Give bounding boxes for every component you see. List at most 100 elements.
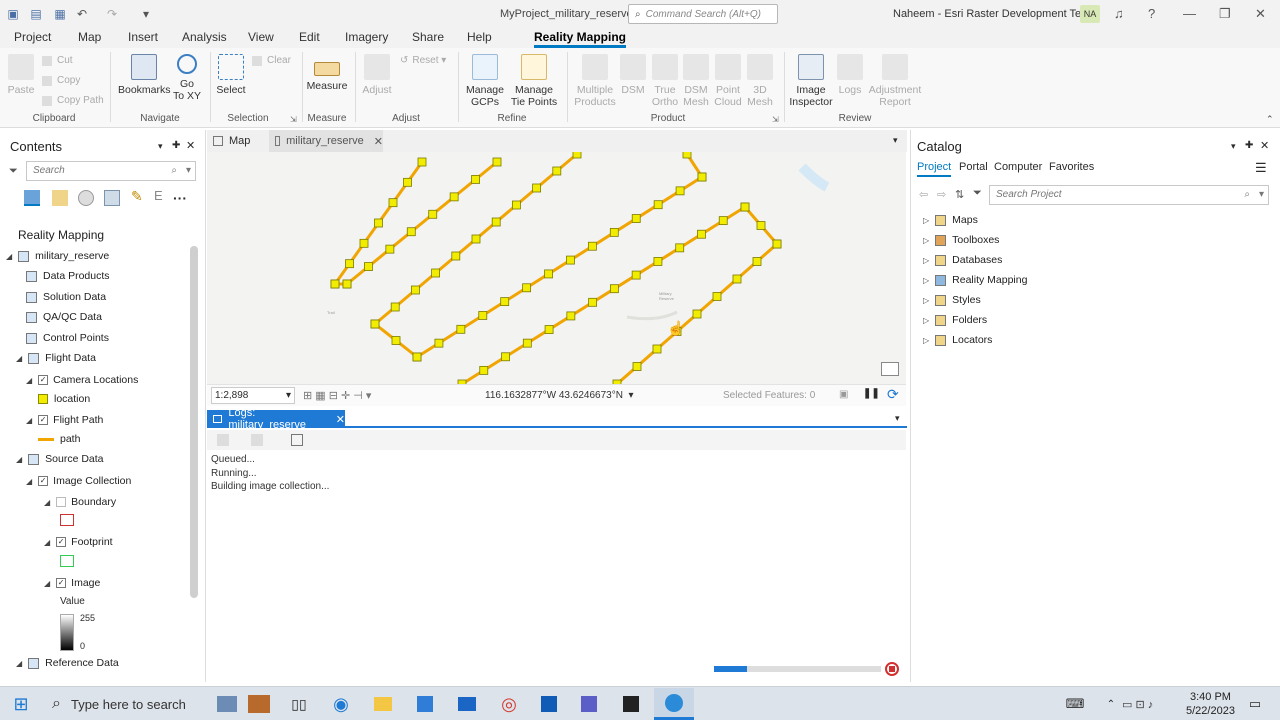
tree-item-camera-locations[interactable]: ◢ ✓ Camera Locations [26,374,138,386]
tab-insert[interactable]: Insert [128,30,158,44]
tab-help[interactable]: Help [467,30,492,44]
camera-location-point[interactable] [501,352,510,362]
camera-location-point[interactable] [471,175,480,184]
camera-location-point[interactable] [544,269,553,279]
catalog-tab-favorites[interactable]: Favorites [1049,161,1094,173]
camera-location-point[interactable] [522,283,532,293]
pin-icon[interactable]: ✚ [1245,140,1253,151]
tree-item-data-products[interactable]: Data Products [26,270,110,282]
camera-location-point[interactable] [342,279,352,289]
contents-search-input[interactable]: Search ⌕ ▾ [26,161,196,181]
camera-location-point[interactable] [632,362,642,371]
system-tray-icons[interactable]: ▭ ⊡ ♪ [1122,698,1153,711]
tab-military-reserve[interactable]: military_reserve ✕ [269,130,383,152]
scrollbar[interactable] [190,246,198,598]
chrome-browser-icon[interactable]: ◎ [496,692,522,716]
camera-location-point[interactable] [417,157,427,167]
store-icon[interactable] [412,692,438,716]
command-search-input[interactable]: ⌕ Command Search (Alt+Q) [628,4,778,24]
camera-location-point[interactable] [712,292,722,301]
camera-location-point[interactable] [675,186,685,196]
tree-item-qaqc-data[interactable]: QA/QC Data [26,311,102,323]
tree-item-solution-data[interactable]: Solution Data [26,291,106,303]
pane-menu-icon[interactable]: ▾ [1231,141,1236,152]
refresh-icon[interactable]: ⟳ [887,386,899,403]
clock[interactable]: 3:40 PM 5/22/2023 [1186,690,1235,718]
camera-location-point[interactable] [653,200,663,210]
catalog-tab-portal[interactable]: Portal [959,161,988,173]
camera-location-point[interactable] [492,157,502,167]
dsm-button[interactable]: DSM [618,54,648,96]
camera-location-point[interactable] [428,209,438,219]
refresh-layout-icon[interactable]: ▣ [839,389,848,400]
customize-qat-icon[interactable]: ▾ [138,6,154,22]
map-view[interactable]: Military Reserve Trail ☝ [207,152,906,384]
catalog-tab-computer[interactable]: Computer [994,161,1042,173]
camera-location-point[interactable] [544,325,554,334]
forward-icon[interactable]: ⇨ [937,188,946,201]
true-ortho-button[interactable]: True Ortho [650,54,680,108]
camera-location-point[interactable] [330,279,340,289]
widget-app-icon[interactable] [214,692,240,716]
camera-location-point[interactable] [732,274,742,284]
checkbox[interactable]: ✓ [56,578,67,588]
camera-location-point[interactable] [631,214,641,223]
catalog-item-maps[interactable]: ▷ Maps [923,214,978,226]
camera-location-point[interactable] [370,319,380,329]
point-cloud-button[interactable]: Point Cloud [712,54,744,108]
catalog-item-folders[interactable]: ▷ Folders [923,314,987,326]
back-icon[interactable]: ⇦ [919,188,928,201]
camera-location-point[interactable] [479,365,489,375]
tab-share[interactable]: Share [412,30,444,44]
image-inspector-button[interactable]: Image Inspector [788,54,834,108]
camera-location-point[interactable] [756,221,766,230]
outlook-icon[interactable] [536,692,562,716]
catalog-item-reality-mapping[interactable]: ▷ Reality Mapping [923,274,1027,286]
tab-menu-icon[interactable]: ▾ [893,135,898,146]
camera-location-point[interactable] [697,172,707,182]
catalog-item-databases[interactable]: ▷ Databases [923,254,1002,266]
save-log-icon[interactable] [291,434,303,446]
map-tools-icons[interactable]: ⊞ ▦ ⊟ ✛ ⊣ ▾ [303,389,371,402]
camera-location-point[interactable] [772,239,782,249]
save-icon[interactable]: ▦ [52,6,68,22]
notification-center-icon[interactable]: ▭ [1242,692,1268,716]
logs-button[interactable]: Logs [836,54,864,96]
tree-item-flight-path[interactable]: ◢ ✓ Flight Path [26,414,103,426]
camera-location-point[interactable] [609,227,619,237]
filter-icon[interactable]: ⏷ [9,165,18,178]
catalog-item-locators[interactable]: ▷ Locators [923,334,992,346]
camera-location-point[interactable] [511,200,521,210]
camera-location-point[interactable] [451,251,461,261]
multiple-products-button[interactable]: Multiple Products [572,54,618,108]
camera-location-point[interactable] [345,259,354,269]
redo-icon[interactable]: ↷ [104,6,120,22]
paste-button[interactable]: Paste [6,54,36,96]
tree-item-root[interactable]: ◢ military_reserve [6,250,109,262]
manage-gcps-button[interactable]: Manage GCPs [462,54,508,108]
tree-item-control-points[interactable]: Control Points [26,332,109,344]
minimize-icon[interactable]: — [1183,6,1196,21]
tab-logs[interactable]: Logs: military_reserve ✕ [207,407,345,431]
edge-browser-icon[interactable]: ◉ [328,692,354,716]
tab-menu-icon[interactable]: ▾ [895,413,900,424]
camera-location-point[interactable] [478,311,488,320]
camera-location-point[interactable] [500,297,510,307]
3d-mesh-button[interactable]: 3D Mesh [745,54,775,108]
catalog-item-styles[interactable]: ▷ Styles [923,294,981,306]
help-icon[interactable]: ? [1148,6,1155,21]
collapse-ribbon-icon[interactable]: ⌃ [1266,114,1274,125]
user-name[interactable]: Naheem - Esri Raster Development Team [893,8,1096,20]
reset-button[interactable]: ↺ Reset ▾ [400,55,446,66]
camera-location-point[interactable] [718,216,728,226]
dialog-launcher-icon[interactable]: ⇲ [772,115,779,124]
camera-location-point[interactable] [403,177,412,187]
database-icon[interactable] [78,190,94,206]
camera-location-point[interactable] [697,229,706,239]
camera-location-point[interactable] [552,166,562,176]
checkbox[interactable]: ✓ [38,375,49,385]
catalog-search-input[interactable]: Search Project ⌕ ▾ [989,185,1269,205]
camera-location-point[interactable] [631,270,641,280]
windows-start-icon[interactable]: ⊞ [8,692,34,716]
tree-item-boundary[interactable]: ◢ Boundary [44,496,116,508]
